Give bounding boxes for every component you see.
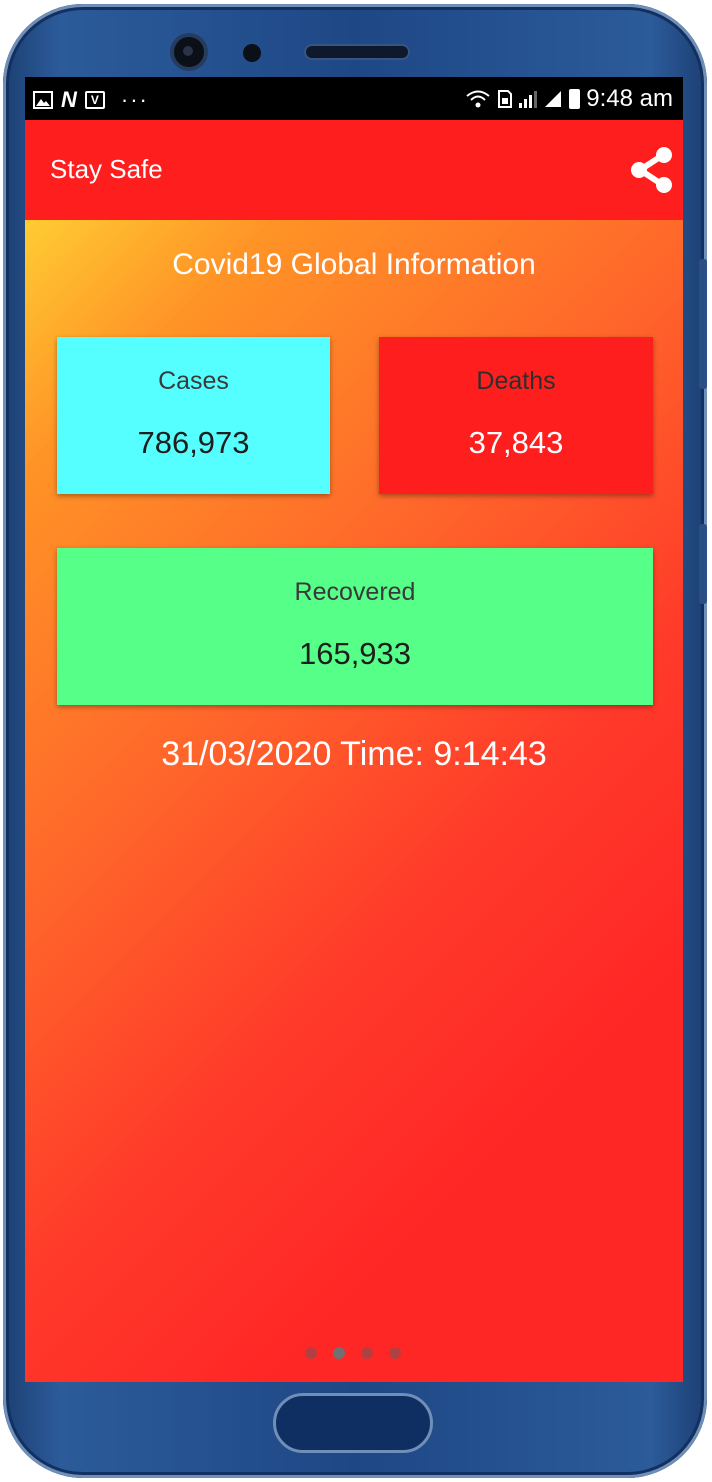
n-icon: N bbox=[61, 87, 77, 112]
proximity-sensor bbox=[243, 44, 261, 62]
page-indicator[interactable] bbox=[305, 1347, 401, 1359]
status-right-icons: 9:48 am bbox=[465, 85, 673, 113]
content-area: Covid19 Global Information Cases 786,973… bbox=[25, 220, 683, 1382]
recovered-label: Recovered bbox=[294, 578, 416, 606]
share-icon[interactable] bbox=[629, 146, 675, 194]
volume-button bbox=[699, 259, 707, 389]
app-title: Stay Safe bbox=[50, 154, 163, 184]
recovered-card: Recovered 165,933 bbox=[57, 548, 653, 705]
app-bar: Stay Safe bbox=[25, 120, 683, 220]
front-camera bbox=[174, 37, 204, 67]
more-dots-icon: ··· bbox=[120, 87, 149, 112]
page-dot-active[interactable] bbox=[333, 1347, 345, 1359]
power-button bbox=[699, 524, 707, 604]
page-dot[interactable] bbox=[305, 1347, 317, 1359]
cases-card: Cases 786,973 bbox=[57, 337, 330, 494]
page-dot[interactable] bbox=[389, 1347, 401, 1359]
last-updated-timestamp: 31/03/2020 Time: 9:14:43 bbox=[161, 735, 547, 773]
screen: N V ··· 9:48 am Stay Safe Covid19 Global… bbox=[25, 77, 683, 1382]
earpiece-speaker bbox=[306, 46, 408, 58]
signal-icon-2 bbox=[545, 91, 562, 107]
status-bar: N V ··· 9:48 am bbox=[25, 77, 683, 120]
home-button[interactable] bbox=[273, 1393, 433, 1453]
deaths-label: Deaths bbox=[476, 367, 556, 395]
recovered-value: 165,933 bbox=[298, 636, 412, 671]
page-title: Covid19 Global Information bbox=[172, 248, 536, 281]
deaths-value: 37,843 bbox=[468, 425, 564, 460]
deaths-card: Deaths 37,843 bbox=[379, 337, 653, 494]
status-left-icons: N V ··· bbox=[33, 87, 149, 113]
signal-icon bbox=[519, 90, 538, 108]
image-icon bbox=[33, 91, 53, 109]
cases-label: Cases bbox=[158, 367, 229, 395]
v-icon: V bbox=[84, 91, 105, 109]
wifi-icon bbox=[466, 90, 490, 108]
cases-value: 786,973 bbox=[137, 425, 250, 460]
battery-icon bbox=[569, 89, 581, 109]
page-dot[interactable] bbox=[361, 1347, 373, 1359]
sim-icon bbox=[498, 90, 513, 108]
status-time: 9:48 am bbox=[586, 85, 673, 112]
